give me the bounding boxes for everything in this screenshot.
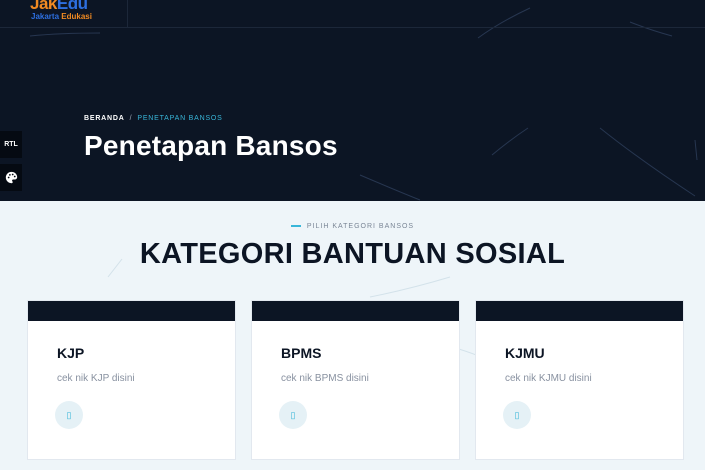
section-title: KATEGORI BANTUAN SOSIAL <box>139 238 566 270</box>
card-header-bar <box>28 301 235 321</box>
breadcrumb-separator: / <box>129 115 133 122</box>
card-description: cek nik KJP disini <box>57 373 135 384</box>
card-link-icon[interactable]: ▯ <box>279 401 307 429</box>
card-title: BPMS <box>281 345 322 361</box>
site-logo[interactable]: JakEdu Jakarta Edukasi <box>0 0 128 28</box>
breadcrumb-current: PENETAPAN BANSOS <box>137 115 223 122</box>
breadcrumb: BERANDA / PENETAPAN BANSOS <box>84 115 223 122</box>
rtl-toggle-button[interactable]: RTL <box>0 131 22 158</box>
card-title: KJP <box>57 345 85 361</box>
theme-palette-button[interactable] <box>0 164 22 191</box>
page-header: JakEdu Jakarta Edukasi BERANDA / PENETAPAN… <box>0 0 705 201</box>
breadcrumb-home-link[interactable]: BERANDA <box>84 115 125 122</box>
card-description: cek nik KJMU disini <box>505 373 592 384</box>
page-title: Penetapan Bansos <box>84 130 338 161</box>
top-navbar: JakEdu Jakarta Edukasi <box>0 0 705 28</box>
logo-tagline: Jakarta Edukasi <box>31 12 92 21</box>
card-title: KJMU <box>505 345 545 361</box>
card-link-icon[interactable]: ▯ <box>503 401 531 429</box>
category-card-kjmu[interactable]: KJMU cek nik KJMU disini ▯ <box>475 300 684 460</box>
card-link-icon[interactable]: ▯ <box>55 401 83 429</box>
category-card-bpms[interactable]: BPMS cek nik BPMS disini ▯ <box>251 300 460 460</box>
card-description: cek nik BPMS disini <box>281 373 369 384</box>
palette-icon <box>5 171 17 184</box>
card-header-bar <box>252 301 459 321</box>
section-eyebrow: PILIH KATEGORI BANSOS <box>0 223 705 230</box>
card-header-bar <box>476 301 683 321</box>
hero-decoration-lines <box>29 7 698 201</box>
category-card-kjp[interactable]: KJP cek nik KJP disini ▯ <box>27 300 236 460</box>
eyebrow-dash <box>290 225 301 228</box>
